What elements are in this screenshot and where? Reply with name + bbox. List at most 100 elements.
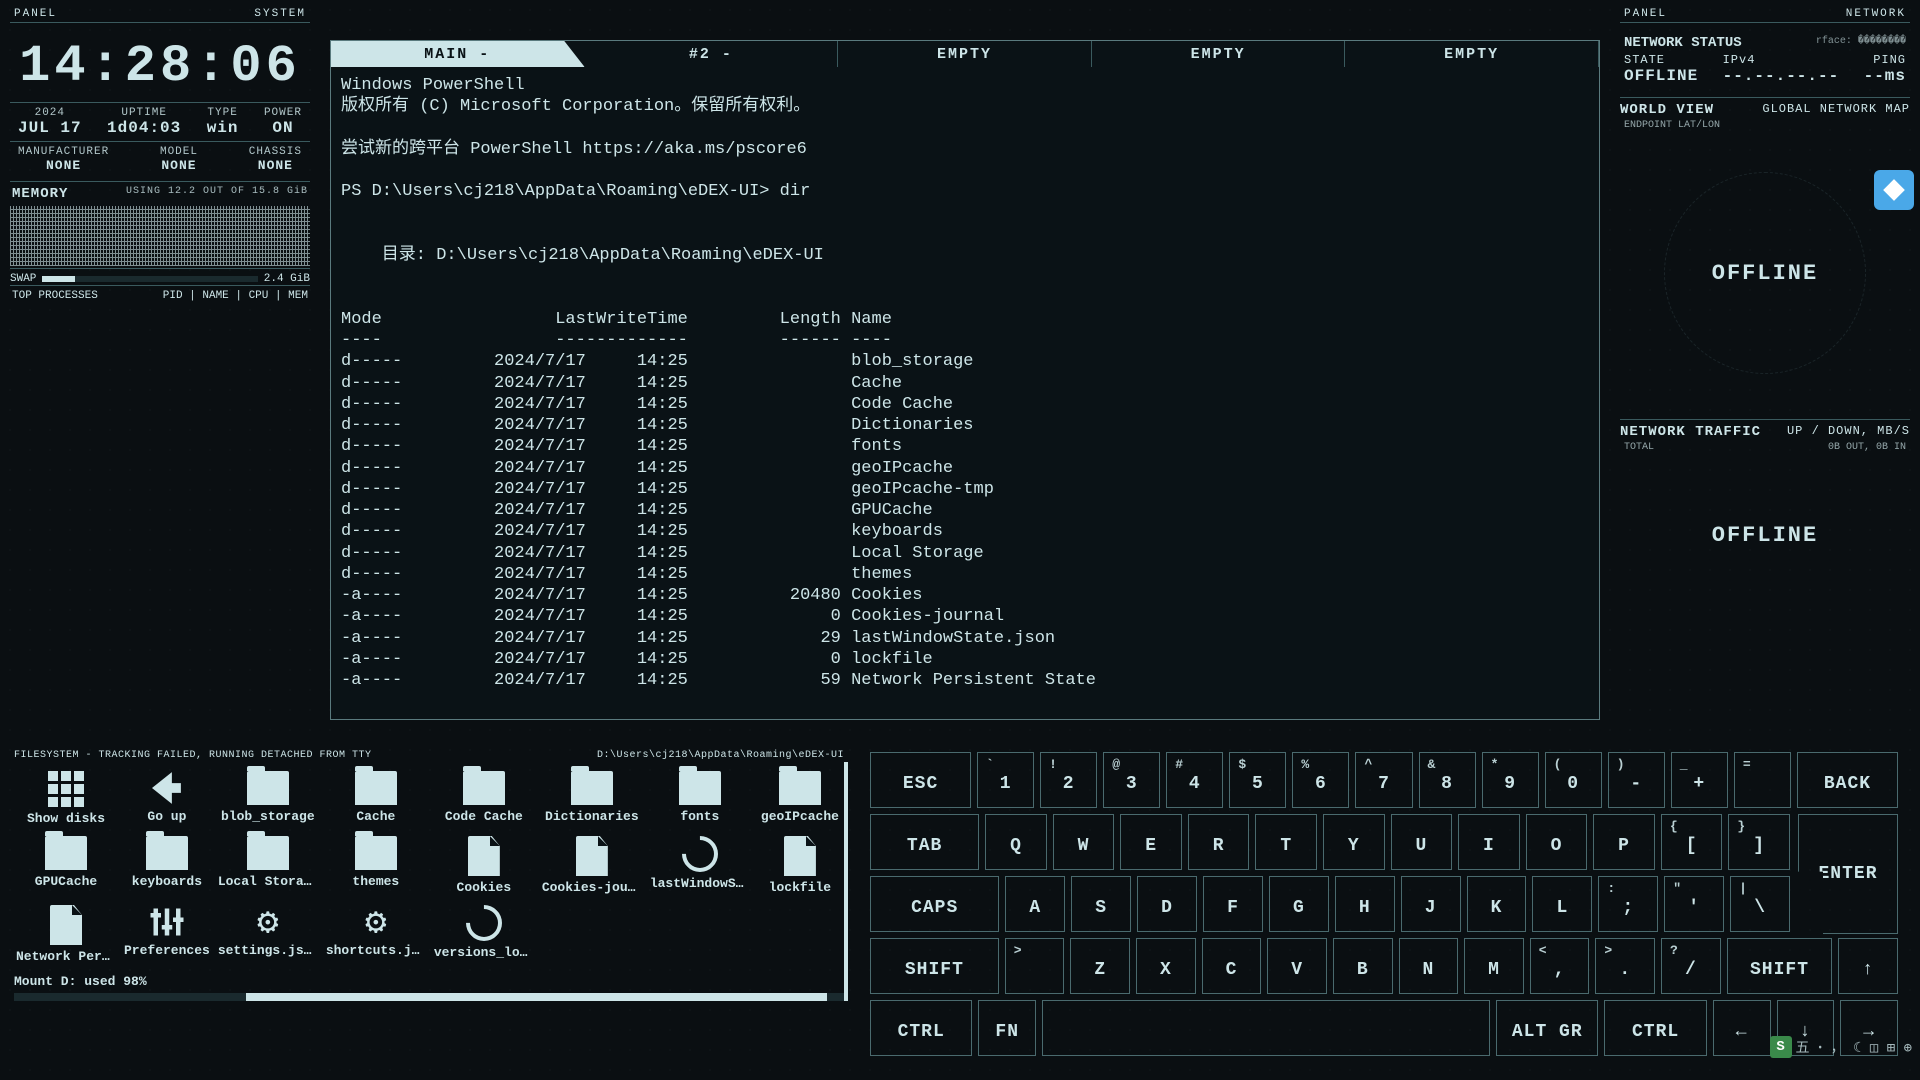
fs-item-cookies[interactable]: Cookies	[432, 834, 536, 897]
folder-icon	[146, 836, 188, 870]
key-z[interactable]: Z	[1070, 938, 1130, 994]
fs-item-dictionaries[interactable]: Dictionaries	[540, 769, 644, 828]
key-esc[interactable]: ESC	[870, 752, 971, 808]
key-7[interactable]: ^7	[1355, 752, 1412, 808]
folder-icon	[45, 836, 87, 870]
fs-item-versions-log-[interactable]: versions_log...	[432, 903, 536, 966]
fs-item-code-cache[interactable]: Code Cache	[432, 769, 536, 828]
key-1[interactable]: `1	[977, 752, 1034, 808]
key-c[interactable]: C	[1202, 938, 1262, 994]
fs-item-settings-json[interactable]: ⚙settings.json	[216, 903, 320, 966]
fs-item-shortcuts-json[interactable]: ⚙shortcuts.json	[324, 903, 428, 966]
fs-item-preferences[interactable]: Preferences	[122, 903, 212, 966]
key-.[interactable]: >.	[1595, 938, 1655, 994]
fs-item-go-up[interactable]: Go up	[122, 769, 212, 828]
key-↑[interactable]: ↑	[1838, 938, 1898, 994]
app-icon[interactable]	[1874, 170, 1914, 210]
tab-3[interactable]: EMPTY	[1092, 41, 1346, 67]
key-caps[interactable]: CAPS	[870, 876, 999, 932]
key-][interactable]: }]	[1728, 814, 1790, 870]
key-'[interactable]: "'	[1664, 876, 1724, 932]
key-ctrl[interactable]: CTRL	[1604, 1000, 1706, 1056]
tab-0[interactable]: MAIN -	[331, 41, 585, 67]
key-j[interactable]: J	[1401, 876, 1461, 932]
key-h[interactable]: H	[1335, 876, 1395, 932]
tab-1[interactable]: #2 -	[585, 41, 839, 67]
ime-bar[interactable]: S 五 ꞏ ， ☾ ◫ ⊞ ⊕	[1770, 1036, 1912, 1058]
key-q[interactable]: Q	[985, 814, 1047, 870]
fs-item-geoipcache[interactable]: geoIPcache	[756, 769, 844, 828]
fs-item-lockfile[interactable]: lockfile	[756, 834, 844, 897]
key-g[interactable]: G	[1269, 876, 1329, 932]
key-←[interactable]: ←	[1713, 1000, 1771, 1056]
key-6[interactable]: %6	[1292, 752, 1349, 808]
fs-item-cache[interactable]: Cache	[324, 769, 428, 828]
fs-item-show-disks[interactable]: Show disks	[14, 769, 118, 828]
key-d[interactable]: D	[1137, 876, 1197, 932]
fs-item-cookies-jour-[interactable]: Cookies-jour...	[540, 834, 644, 897]
key->[interactable]: >	[1005, 938, 1065, 994]
tab-4[interactable]: EMPTY	[1345, 41, 1599, 67]
key-v[interactable]: V	[1267, 938, 1327, 994]
fs-item-blob-storage[interactable]: blob_storage	[216, 769, 320, 828]
key-3[interactable]: @3	[1103, 752, 1160, 808]
key-=[interactable]: =	[1734, 752, 1791, 808]
fs-item-fonts[interactable]: fonts	[648, 769, 752, 828]
key-shift[interactable]: SHIFT	[870, 938, 999, 994]
key-0[interactable]: (0	[1545, 752, 1602, 808]
key-+[interactable]: _+	[1671, 752, 1728, 808]
key-k[interactable]: K	[1467, 876, 1527, 932]
key-blank[interactable]	[1042, 1000, 1490, 1056]
key-8[interactable]: &8	[1419, 752, 1476, 808]
fs-item-local-storage[interactable]: Local Storage	[216, 834, 320, 897]
key-5[interactable]: $5	[1229, 752, 1286, 808]
key-f[interactable]: F	[1203, 876, 1263, 932]
terminal-output[interactable]: Windows PowerShell 版权所有 (C) Microsoft Co…	[331, 67, 1599, 699]
key-tab[interactable]: TAB	[870, 814, 979, 870]
key-;[interactable]: :;	[1598, 876, 1658, 932]
key-fn[interactable]: FN	[978, 1000, 1036, 1056]
key-o[interactable]: O	[1526, 814, 1588, 870]
ime-indicator[interactable]: S	[1770, 1036, 1792, 1058]
key-u[interactable]: U	[1391, 814, 1453, 870]
key-,[interactable]: <,	[1530, 938, 1590, 994]
key-/[interactable]: ?/	[1661, 938, 1721, 994]
folder-icon	[247, 836, 289, 870]
tab-2[interactable]: EMPTY	[838, 41, 1092, 67]
network-panel: PANEL NETWORK NETWORK STATUSrface: �����…	[1620, 6, 1910, 615]
key-w[interactable]: W	[1053, 814, 1115, 870]
key-n[interactable]: N	[1399, 938, 1459, 994]
fs-item-keyboards[interactable]: keyboards	[122, 834, 212, 897]
key-m[interactable]: M	[1464, 938, 1524, 994]
goup-icon	[146, 771, 188, 805]
key-shift[interactable]: SHIFT	[1727, 938, 1833, 994]
key-alt gr[interactable]: ALT GR	[1496, 1000, 1598, 1056]
key-4[interactable]: #4	[1166, 752, 1223, 808]
key-ctrl[interactable]: CTRL	[870, 1000, 972, 1056]
fs-item-themes[interactable]: themes	[324, 834, 428, 897]
key-b[interactable]: B	[1333, 938, 1393, 994]
fs-item-lastwindows-[interactable]: lastWindowS...	[648, 834, 752, 897]
key-i[interactable]: I	[1458, 814, 1520, 870]
key-y[interactable]: Y	[1323, 814, 1385, 870]
fs-item-network-pers-[interactable]: Network Pers...	[14, 903, 118, 966]
key-back[interactable]: BACK	[1797, 752, 1898, 808]
key-p[interactable]: P	[1593, 814, 1655, 870]
key-[[interactable]: {[	[1661, 814, 1723, 870]
terminal[interactable]: MAIN -#2 -EMPTYEMPTYEMPTY Windows PowerS…	[330, 40, 1600, 720]
key-\[interactable]: |\	[1730, 876, 1790, 932]
sliders-icon	[146, 905, 188, 939]
key-r[interactable]: R	[1188, 814, 1250, 870]
key-l[interactable]: L	[1532, 876, 1592, 932]
key-9[interactable]: *9	[1482, 752, 1539, 808]
key-t[interactable]: T	[1255, 814, 1317, 870]
key-a[interactable]: A	[1005, 876, 1065, 932]
key--[interactable]: )-	[1608, 752, 1665, 808]
fs-scrollbar[interactable]	[14, 993, 844, 1001]
fs-item-gpucache[interactable]: GPUCache	[14, 834, 118, 897]
key-x[interactable]: X	[1136, 938, 1196, 994]
key-e[interactable]: E	[1120, 814, 1182, 870]
key-2[interactable]: !2	[1040, 752, 1097, 808]
key-s[interactable]: S	[1071, 876, 1131, 932]
memory-graph	[10, 206, 310, 266]
